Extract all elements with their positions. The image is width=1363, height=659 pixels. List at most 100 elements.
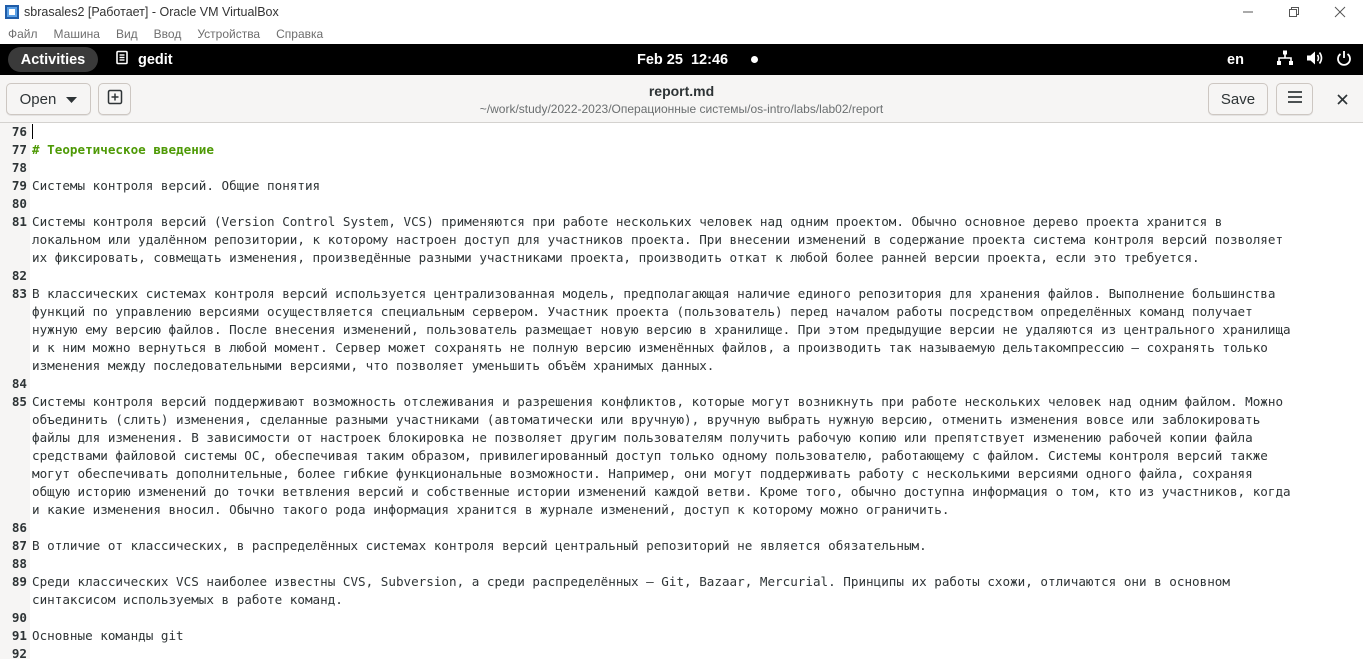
virtualbox-app-icon — [4, 4, 20, 20]
save-button[interactable]: Save — [1208, 83, 1268, 115]
menu-input[interactable]: Ввод — [146, 27, 190, 41]
editor-line[interactable]: 77 # Теоретическое введение — [0, 141, 1363, 159]
line-number: 85 — [11, 394, 27, 409]
editor-line[interactable]: 87 В отличие от классических, в распредел… — [0, 537, 1363, 555]
line-text-span: В отличие от классических, в распределён… — [32, 538, 927, 553]
line-text-span: Основные команды git — [32, 628, 184, 643]
line-text-span: локальном или удалённом репозитории, к к… — [32, 232, 1284, 247]
editor-line[interactable]: 84 — [0, 375, 1363, 393]
editor-line[interactable]: 85 Системы контроля версий поддерживают в… — [0, 393, 1363, 519]
network-icon — [1276, 50, 1294, 70]
menu-help[interactable]: Справка — [268, 27, 331, 41]
line-text-span: функций по управлению версиями осуществл… — [32, 304, 1253, 319]
editor-line[interactable]: 81 Системы контроля версий (Version Contr… — [0, 213, 1363, 267]
line-text-span: В классических системах контроля версий … — [32, 286, 1276, 301]
line-text: В отличие от классических, в распределён… — [32, 537, 1363, 555]
minimize-icon[interactable] — [1225, 0, 1271, 23]
line-text: синтаксисом используемых в работе команд… — [32, 591, 1363, 609]
close-window-icon[interactable] — [1317, 0, 1363, 23]
gedit-app-icon — [115, 50, 129, 69]
line-text: локальном или удалённом репозитории, к к… — [32, 231, 1363, 249]
line-number: 80 — [11, 196, 27, 211]
line-text: средствами файловой системы ОС, обеспечи… — [32, 447, 1363, 465]
line-text: Системы контроля версий. Общие понятия — [32, 177, 1363, 195]
keyboard-layout-indicator[interactable]: en — [1227, 44, 1244, 75]
editor-content[interactable]: 76 77 # Теоретическое введение 78 79 Системы … — [0, 123, 1363, 659]
line-text: могут обеспечивать дополнительные, более… — [32, 465, 1363, 483]
gnome-top-bar: Activities gedit Feb 25 12:46 en — [0, 44, 1363, 75]
line-text — [32, 609, 1363, 627]
line-text: изменения между последовательными версия… — [32, 357, 1363, 375]
editor-line[interactable]: 83 В классических системах контроля верси… — [0, 285, 1363, 375]
notification-dot-icon — [751, 56, 758, 63]
menu-file[interactable]: Файл — [0, 27, 46, 41]
editor-line[interactable]: 91 Основные команды git — [0, 627, 1363, 645]
editor-line[interactable]: 80 — [0, 195, 1363, 213]
line-text — [32, 123, 1363, 141]
menu-view[interactable]: Вид — [108, 27, 146, 41]
activities-label: Activities — [8, 47, 98, 72]
main-menu-button[interactable] — [1276, 83, 1313, 115]
editor-line[interactable]: 76 — [0, 123, 1363, 141]
line-text-span: Системы контроля версий поддерживают воз… — [32, 394, 1284, 409]
close-document-icon[interactable] — [1330, 89, 1354, 109]
app-menu[interactable]: gedit — [115, 44, 173, 75]
line-text-span: файлы для изменения. В зависимости от на… — [32, 430, 1253, 445]
line-text: объединить (слить) изменения, сделанные … — [32, 411, 1363, 429]
line-text-span: могут обеспечивать дополнительные, более… — [32, 466, 1253, 481]
line-text-span: и какие изменения вносил. Обычно такого … — [32, 502, 950, 517]
line-number: 81 — [11, 214, 27, 229]
line-text-span: их фиксировать, совмещать изменения, про… — [32, 250, 1200, 265]
power-icon — [1336, 50, 1352, 70]
menu-machine[interactable]: Машина — [46, 27, 108, 41]
clock[interactable]: Feb 25 12:46 — [637, 44, 728, 75]
line-text-span: # Теоретическое введение — [32, 142, 214, 157]
line-text — [32, 645, 1363, 659]
line-text-span: объединить (слить) изменения, сделанные … — [32, 412, 1261, 427]
line-text — [32, 519, 1363, 537]
volume-icon — [1306, 50, 1324, 70]
editor-line[interactable]: 86 — [0, 519, 1363, 537]
editor-line[interactable]: 89 Среди классических VCS наиболее извест… — [0, 573, 1363, 609]
line-number: 90 — [11, 610, 27, 625]
editor-line[interactable]: 88 — [0, 555, 1363, 573]
line-number: 89 — [11, 574, 27, 589]
restore-icon[interactable] — [1271, 0, 1317, 23]
line-text: и какие изменения вносил. Обычно такого … — [32, 501, 1363, 519]
vbox-window-title: sbrasales2 [Работает] - Oracle VM Virtua… — [24, 4, 279, 19]
editor-line[interactable]: 92 — [0, 645, 1363, 659]
line-number: 91 — [11, 628, 27, 643]
editor-line[interactable]: 78 — [0, 159, 1363, 177]
line-number: 76 — [11, 124, 27, 139]
document-title: report.md — [648, 83, 715, 99]
editor-line[interactable]: 90 — [0, 609, 1363, 627]
text-editor[interactable]: 76 77 # Теоретическое введение 78 79 Системы … — [0, 123, 1363, 659]
line-text: Системы контроля версий поддерживают воз… — [32, 393, 1363, 411]
line-text: Среди классических VCS наиболее известны… — [32, 573, 1363, 591]
line-text: нужную ему версию файлов. После внесения… — [32, 321, 1363, 339]
vbox-menubar: Файл Машина Вид Ввод Устройства Справка — [0, 23, 1363, 44]
activities-button[interactable]: Activities — [0, 44, 106, 75]
document-path: ~/work/study/2022-2023/Операционные сист… — [479, 102, 884, 116]
vbox-titlebar: sbrasales2 [Работает] - Oracle VM Virtua… — [0, 0, 1363, 23]
menu-devices[interactable]: Устройства — [189, 27, 268, 41]
line-text-span: общую историю изменений до точки ветвлен… — [32, 484, 1291, 499]
line-text — [32, 195, 1363, 213]
line-text-span: Среди классических VCS наиболее известны… — [32, 574, 1230, 589]
line-text: функций по управлению версиями осуществл… — [32, 303, 1363, 321]
line-text: В классических системах контроля версий … — [32, 285, 1363, 303]
line-number: 77 — [11, 142, 27, 157]
line-text-span: синтаксисом используемых в работе команд… — [32, 592, 343, 607]
line-number: 87 — [11, 538, 27, 553]
line-text-span: изменения между последовательными версия… — [32, 358, 715, 373]
line-text — [32, 267, 1363, 285]
line-number: 78 — [11, 160, 27, 175]
editor-line[interactable]: 82 — [0, 267, 1363, 285]
line-number: 83 — [11, 286, 27, 301]
system-status-area[interactable] — [1276, 44, 1363, 75]
line-number: 82 — [11, 268, 27, 283]
line-text-span: Системы контроля версий. Общие понятия — [32, 178, 321, 193]
line-number: 88 — [11, 556, 27, 571]
line-text: и к ним можно вернуться в любой момент. … — [32, 339, 1363, 357]
editor-line[interactable]: 79 Системы контроля версий. Общие понятия — [0, 177, 1363, 195]
